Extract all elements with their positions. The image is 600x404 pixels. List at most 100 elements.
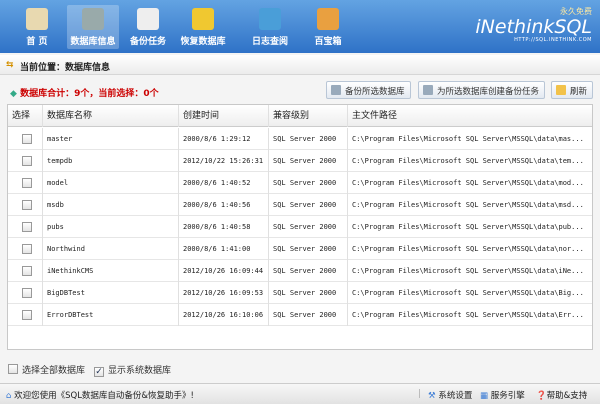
backup-icon bbox=[331, 85, 341, 95]
created-time: 2012/10/26 16:10:06 bbox=[179, 304, 269, 326]
brand-name: iNethinkSQL bbox=[475, 16, 592, 38]
table-row[interactable]: Northwind 2000/8/6 1:41:00 SQL Server 20… bbox=[8, 238, 592, 260]
select-all-label: 选择全部数据库 bbox=[22, 366, 86, 376]
db-name: ErrorDBTest bbox=[43, 304, 179, 326]
database-table: 选择 数据库名称 创建时间 兼容级别 主文件路径 master 2000/8/6… bbox=[7, 104, 593, 350]
file-path: C:\Program Files\Microsoft SQL Server\MS… bbox=[352, 179, 584, 187]
show-system-checkbox[interactable]: 显示系统数据库 bbox=[94, 363, 171, 377]
table-row[interactable]: msdb 2000/8/6 1:40:56 SQL Server 2000 C:… bbox=[8, 194, 592, 216]
row-checkbox[interactable] bbox=[22, 178, 32, 188]
table-row[interactable]: ErrorDBTest 2012/10/26 16:10:06 SQL Serv… bbox=[8, 304, 592, 326]
row-checkbox[interactable] bbox=[22, 200, 32, 210]
row-checkbox[interactable] bbox=[22, 134, 32, 144]
select-cell bbox=[8, 194, 43, 216]
file-path: C:\Program Files\Microsoft SQL Server\MS… bbox=[352, 223, 584, 231]
row-checkbox[interactable] bbox=[22, 244, 32, 254]
service-link[interactable]: ▦ 服务引擎 bbox=[480, 389, 525, 401]
help-link[interactable]: ❓帮助&支持 bbox=[536, 389, 587, 401]
help-label: 帮助&支持 bbox=[546, 391, 588, 401]
row-checkbox[interactable] bbox=[22, 266, 32, 276]
row-checkbox[interactable] bbox=[22, 156, 32, 166]
select-all-checkbox[interactable]: 选择全部数据库 bbox=[8, 363, 85, 376]
header: 首 页 数据库信息 备份任务 恢复数据库 日志查阅 百宝箱 永久免费 iNethinkSQ… bbox=[0, 0, 600, 53]
db-name: iNethinkCMS bbox=[43, 260, 179, 282]
created-time: 2000/8/6 1:40:58 bbox=[179, 216, 269, 238]
table-row[interactable]: tempdb 2012/10/22 15:26:31 SQL Server 20… bbox=[8, 150, 592, 172]
show-system-label: 显示系统数据库 bbox=[108, 366, 172, 376]
compat-level: SQL Server 2000 bbox=[269, 238, 348, 260]
nav-item[interactable]: 数据库信息 bbox=[67, 5, 119, 49]
refresh-button[interactable]: 刷新 bbox=[551, 81, 594, 99]
nav-item[interactable]: 日志查阅 bbox=[244, 5, 296, 49]
col-select: 选择 bbox=[8, 105, 43, 127]
file-path: C:\Program Files\Microsoft SQL Server\MS… bbox=[352, 201, 584, 209]
create-task-label: 为所选数据库创建备份任务 bbox=[437, 87, 540, 97]
settings-link[interactable]: ⚒ 系统设置 bbox=[428, 389, 472, 401]
nav-item[interactable]: 首 页 bbox=[11, 5, 63, 49]
backup-selected-button[interactable]: 备份所选数据库 bbox=[326, 81, 411, 99]
checkbox[interactable] bbox=[94, 367, 104, 377]
col-compat[interactable]: 兼容级别 bbox=[269, 105, 348, 127]
nav-item[interactable]: 恢复数据库 bbox=[177, 5, 229, 49]
compat-level: SQL Server 2000 bbox=[269, 194, 348, 216]
table-row[interactable]: master 2000/8/6 1:29:12 SQL Server 2000 … bbox=[8, 128, 592, 150]
breadcrumb: ⇆ 当前位置：数据库信息 bbox=[0, 55, 600, 75]
database-group-icon: ◆ bbox=[10, 89, 17, 99]
nav-label: 数据库信息 bbox=[70, 37, 116, 47]
backup-label: 备份所选数据库 bbox=[345, 87, 405, 97]
select-cell bbox=[8, 282, 43, 304]
created-time: 2012/10/26 16:09:44 bbox=[179, 260, 269, 282]
col-path[interactable]: 主文件路径 bbox=[348, 105, 592, 127]
created-time: 2000/8/6 1:41:00 bbox=[179, 238, 269, 260]
create-backup-task-button[interactable]: 为所选数据库创建备份任务 bbox=[418, 81, 546, 99]
service-label: 服务引擎 bbox=[490, 391, 525, 401]
row-checkbox[interactable] bbox=[22, 288, 32, 298]
brand-logo: 永久免费 iNethinkSQL HTTP://SQL.INETHINK.COM bbox=[475, 6, 592, 43]
row-checkbox[interactable] bbox=[22, 222, 32, 232]
select-cell bbox=[8, 172, 43, 194]
created-time: 2000/8/6 1:40:56 bbox=[179, 194, 269, 216]
nav-label: 日志查阅 bbox=[251, 37, 288, 47]
welcome-text: 欢迎您使用《SQL数据库自动备份&恢复助手》! bbox=[14, 391, 194, 401]
file-path: C:\Program Files\Microsoft SQL Server\MS… bbox=[352, 135, 584, 143]
table-row[interactable]: pubs 2000/8/6 1:40:58 SQL Server 2000 C:… bbox=[8, 216, 592, 238]
nav-item[interactable]: 备份任务 bbox=[122, 5, 174, 49]
created-time: 2012/10/26 16:09:53 bbox=[179, 282, 269, 304]
refresh-icon bbox=[192, 8, 214, 30]
divider: | bbox=[418, 389, 421, 399]
db-name: Northwind bbox=[43, 238, 179, 260]
checkbox[interactable] bbox=[8, 364, 18, 374]
compat-level: SQL Server 2000 bbox=[269, 304, 348, 326]
row-checkbox[interactable] bbox=[22, 310, 32, 320]
created-time: 2012/10/22 15:26:31 bbox=[179, 150, 269, 172]
select-cell bbox=[8, 150, 43, 172]
refresh-label: 刷新 bbox=[570, 87, 588, 97]
compat-level: SQL Server 2000 bbox=[269, 128, 348, 150]
file-path: C:\Program Files\Microsoft SQL Server\MS… bbox=[352, 311, 584, 319]
table-row[interactable]: model 2000/8/6 1:40:52 SQL Server 2000 C… bbox=[8, 172, 592, 194]
nav-item[interactable]: 百宝箱 bbox=[302, 5, 354, 49]
compat-level: SQL Server 2000 bbox=[269, 260, 348, 282]
clock-icon bbox=[137, 8, 159, 30]
welcome: ⌂ 欢迎您使用《SQL数据库自动备份&恢复助手》! bbox=[6, 389, 194, 401]
tools-icon: ⚒ bbox=[428, 391, 436, 401]
db-name: master bbox=[43, 128, 179, 150]
created-time: 2000/8/6 1:40:52 bbox=[179, 172, 269, 194]
compat-level: SQL Server 2000 bbox=[269, 216, 348, 238]
table-row[interactable]: BigDBTest 2012/10/26 16:09:53 SQL Server… bbox=[8, 282, 592, 304]
compat-level: SQL Server 2000 bbox=[269, 282, 348, 304]
select-cell bbox=[8, 216, 43, 238]
file-path: C:\Program Files\Microsoft SQL Server\MS… bbox=[352, 289, 584, 297]
database-summary: ◆ 数据库合计：9个，当前选择：0个 bbox=[10, 86, 159, 99]
col-created[interactable]: 创建时间 bbox=[179, 105, 269, 127]
book-icon bbox=[259, 8, 281, 30]
home-icon bbox=[26, 8, 48, 30]
nav-label: 恢复数据库 bbox=[180, 37, 226, 47]
db-name: BigDBTest bbox=[43, 282, 179, 304]
breadcrumb-text: 当前位置：数据库信息 bbox=[20, 63, 111, 73]
col-name[interactable]: 数据库名称 bbox=[43, 105, 179, 127]
signpost-icon: ⇆ bbox=[6, 60, 14, 70]
help-icon: ❓ bbox=[536, 391, 547, 401]
nav-label: 首 页 bbox=[26, 37, 48, 47]
table-row[interactable]: iNethinkCMS 2012/10/26 16:09:44 SQL Serv… bbox=[8, 260, 592, 282]
